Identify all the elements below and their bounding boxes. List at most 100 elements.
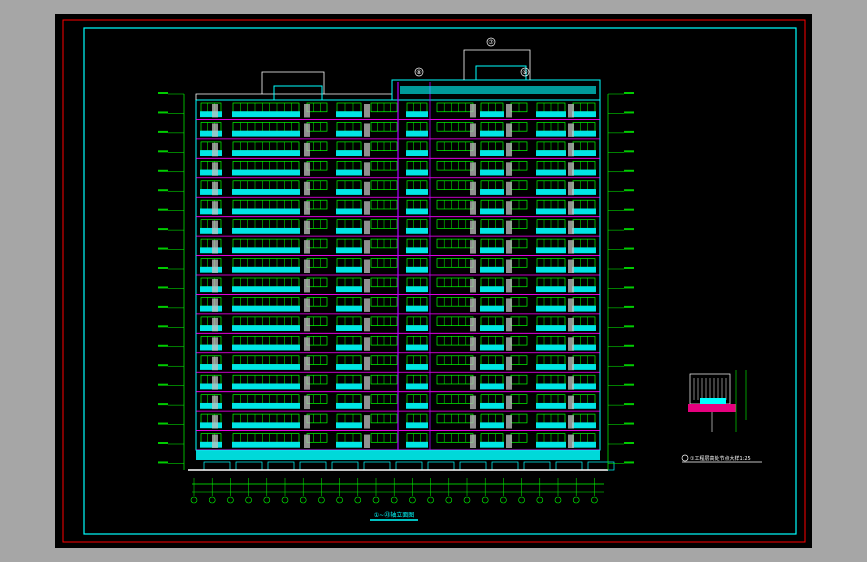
column bbox=[568, 434, 574, 448]
balcony bbox=[200, 344, 222, 351]
balcony bbox=[406, 130, 428, 137]
column bbox=[212, 376, 218, 390]
balcony bbox=[572, 364, 596, 370]
column bbox=[304, 298, 310, 312]
balcony bbox=[336, 130, 362, 137]
balcony bbox=[336, 422, 362, 429]
balcony bbox=[336, 344, 362, 351]
balcony bbox=[200, 383, 222, 390]
column bbox=[568, 279, 574, 293]
balcony bbox=[336, 247, 362, 254]
balcony bbox=[480, 227, 504, 234]
balcony bbox=[336, 208, 362, 215]
balcony bbox=[200, 169, 222, 176]
column bbox=[470, 356, 476, 371]
balcony bbox=[572, 305, 596, 312]
column bbox=[212, 201, 218, 215]
balcony bbox=[480, 208, 504, 215]
column bbox=[364, 181, 370, 196]
column bbox=[304, 259, 310, 273]
level-mark bbox=[624, 169, 634, 172]
level-mark bbox=[158, 111, 168, 114]
column bbox=[364, 376, 370, 390]
column bbox=[304, 220, 310, 235]
column bbox=[364, 162, 370, 176]
column bbox=[506, 123, 512, 137]
level-mark bbox=[624, 364, 634, 367]
column bbox=[568, 123, 574, 137]
ground-floor-band bbox=[196, 450, 600, 460]
column bbox=[304, 181, 310, 196]
column bbox=[568, 259, 574, 273]
column bbox=[506, 220, 512, 235]
column bbox=[568, 395, 574, 410]
column bbox=[506, 240, 512, 254]
column bbox=[364, 123, 370, 137]
balcony bbox=[406, 247, 428, 254]
column bbox=[364, 279, 370, 293]
balcony bbox=[480, 150, 504, 156]
balcony bbox=[406, 169, 428, 176]
balcony bbox=[536, 189, 566, 195]
balcony bbox=[200, 247, 222, 254]
column bbox=[212, 259, 218, 273]
balcony bbox=[406, 422, 428, 429]
level-mark bbox=[158, 344, 168, 347]
column bbox=[568, 415, 574, 429]
axis-tag-right: ⑨ bbox=[522, 69, 527, 76]
balcony bbox=[232, 189, 300, 195]
balcony bbox=[232, 441, 300, 448]
balcony bbox=[480, 402, 504, 409]
level-mark bbox=[624, 267, 634, 269]
level-mark bbox=[624, 247, 634, 250]
column bbox=[212, 162, 218, 176]
column bbox=[568, 356, 574, 371]
balcony bbox=[406, 344, 428, 351]
level-mark bbox=[624, 208, 634, 211]
balcony bbox=[480, 169, 504, 176]
balcony bbox=[200, 364, 222, 370]
column bbox=[506, 415, 512, 429]
level-mark bbox=[158, 247, 168, 250]
level-mark bbox=[158, 228, 168, 231]
balcony bbox=[536, 344, 566, 351]
balcony bbox=[536, 441, 566, 448]
balcony bbox=[232, 227, 300, 234]
balcony bbox=[200, 208, 222, 215]
balcony bbox=[406, 325, 428, 331]
balcony bbox=[200, 130, 222, 137]
column bbox=[212, 104, 218, 118]
balcony bbox=[232, 422, 300, 429]
level-mark bbox=[624, 130, 634, 133]
balcony bbox=[406, 402, 428, 409]
balcony bbox=[536, 266, 566, 273]
balcony bbox=[336, 402, 362, 409]
column bbox=[470, 162, 476, 176]
detail-beam bbox=[700, 398, 726, 404]
column bbox=[364, 240, 370, 254]
column bbox=[364, 220, 370, 235]
balcony bbox=[200, 227, 222, 234]
column bbox=[304, 317, 310, 332]
column bbox=[212, 415, 218, 429]
column bbox=[568, 201, 574, 215]
balcony bbox=[536, 208, 566, 215]
column bbox=[304, 279, 310, 293]
balcony bbox=[572, 227, 596, 234]
balcony bbox=[232, 364, 300, 370]
column bbox=[506, 104, 512, 118]
column bbox=[470, 337, 476, 351]
column bbox=[506, 259, 512, 273]
balcony bbox=[406, 227, 428, 234]
balcony bbox=[406, 305, 428, 312]
column bbox=[470, 142, 476, 157]
column bbox=[470, 259, 476, 273]
column bbox=[364, 415, 370, 429]
level-mark bbox=[158, 150, 168, 153]
balcony bbox=[480, 364, 504, 370]
balcony bbox=[232, 325, 300, 331]
balcony bbox=[536, 364, 566, 370]
level-mark bbox=[158, 189, 168, 192]
cad-viewport[interactable]: ①~㉓轴立面图 ①工程层高处节点大样1:25 ⑦ ⑧ ⑨ bbox=[0, 0, 867, 562]
balcony bbox=[572, 111, 596, 118]
